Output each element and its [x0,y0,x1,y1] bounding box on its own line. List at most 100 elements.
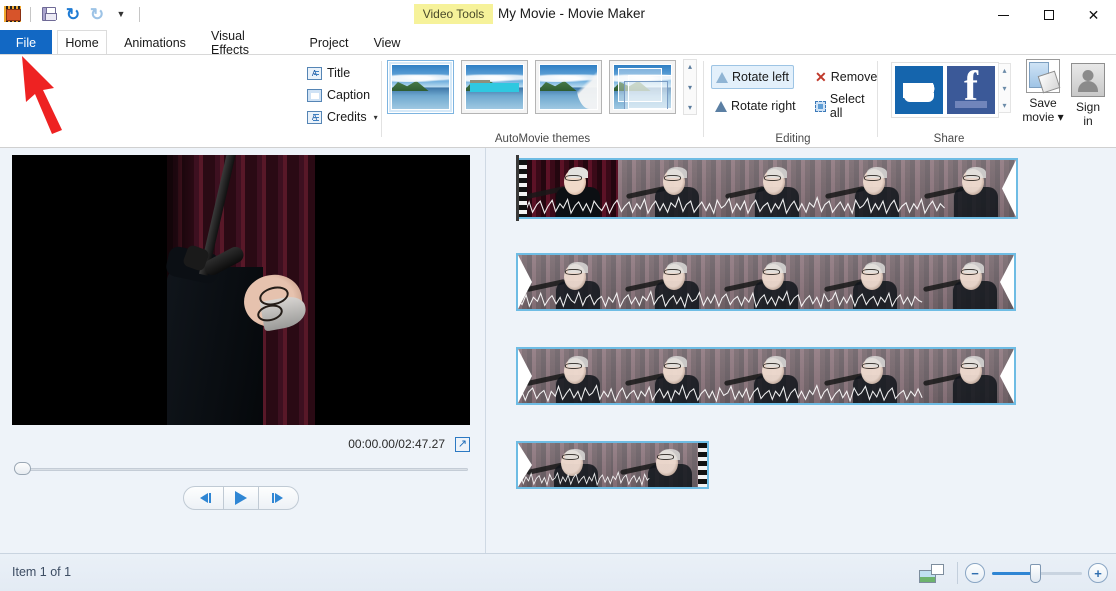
close-button[interactable]: ✕ [1071,0,1116,30]
next-frame-icon [271,493,283,503]
contextual-tab-group-video-tools: Video Tools [414,4,493,24]
theme-contemporary[interactable] [461,60,528,114]
zoom-out-button[interactable]: − [965,563,985,583]
theme-cinematic[interactable] [535,60,602,114]
timeline-row[interactable] [516,158,1018,219]
audio-waveform [518,383,923,403]
customize-qat-icon[interactable]: ▼ [110,3,132,25]
rotate-left-button[interactable]: Rotate left [711,65,794,89]
maximize-button[interactable] [1026,0,1071,30]
zoom-slider-thumb[interactable] [1030,564,1041,583]
divider [139,6,140,22]
theme-gallery-scrollbar[interactable]: ▴ ▾ ▾ [683,59,697,115]
divider [30,6,31,22]
tab-view[interactable]: View [361,30,413,55]
onedrive-icon[interactable] [895,66,943,114]
more-themes-icon[interactable]: ▾ [688,103,692,112]
save-movie-icon [1026,59,1060,93]
movie-maker-icon[interactable] [4,6,21,22]
title-bar: ↺ ↻ ▼ Video Tools My Movie - Movie Maker… [0,0,1116,50]
preview-pane: 00:00.00/02:47.27 ↗ [0,148,486,553]
add-title-label: Title [327,66,351,80]
scroll-up-icon[interactable]: ▴ [1002,66,1006,75]
add-credits-label: Credits [327,110,367,124]
ribbon: A Title Caption A Credits ▾ ▴ ▾ ▾ AutoMo… [0,55,1116,148]
video-frame-content [164,155,315,425]
next-frame-button[interactable] [259,487,295,509]
video-preview[interactable] [12,155,470,425]
theme-pan-and-zoom[interactable] [609,60,676,114]
divider [877,61,878,137]
ribbon-group-automovie-themes: ▴ ▾ ▾ AutoMovie themes [386,55,699,148]
clip-end-filmstrip-marker [698,443,707,487]
more-share-icon[interactable]: ▾ [1002,101,1006,110]
chevron-down-icon[interactable]: ▾ [374,113,378,122]
seek-slider-track[interactable] [14,468,468,471]
rotate-left-icon [716,71,728,83]
ribbon-group-captions: A Title Caption A Credits ▾ [305,55,378,148]
share-gallery-scrollbar[interactable]: ▴ ▾ ▾ [998,63,1011,113]
add-caption-button[interactable]: Caption [305,84,378,106]
timeline-row[interactable] [516,347,1016,405]
tab-project[interactable]: Project [299,30,359,55]
storyboard-timeline[interactable] [487,148,1116,553]
rotate-right-button[interactable]: Rotate right [711,94,800,118]
automovie-theme-gallery [387,60,676,114]
storyboard-view-icon[interactable] [919,564,944,583]
caption-icon [307,88,322,102]
ribbon-group-label-themes: AutoMovie themes [494,133,591,145]
movie-maker-window: ↺ ↻ ▼ Video Tools My Movie - Movie Maker… [0,0,1116,591]
save-movie-label-line1: Save [1029,96,1057,110]
divider [957,562,958,584]
share-destination-gallery [891,62,999,118]
divider [381,61,382,137]
add-credits-button[interactable]: A Credits ▾ [305,106,378,128]
audio-waveform [518,289,923,309]
remove-button[interactable]: ✕ Remove [811,65,881,89]
item-count-status: Item 1 of 1 [12,565,72,579]
sign-in-label-line1: Sign [1075,100,1101,114]
status-bar: Item 1 of 1 − + [0,553,1116,591]
facebook-icon[interactable] [947,66,995,114]
scroll-up-icon[interactable]: ▴ [688,62,692,71]
redo-icon[interactable]: ↻ [86,3,108,25]
ribbon-group-label-editing: Editing [775,133,811,145]
select-all-button[interactable]: Select all [811,92,879,120]
tab-animations[interactable]: Animations [113,30,197,55]
credits-icon: A [307,110,322,124]
select-all-label: Select all [829,92,865,120]
scroll-down-icon[interactable]: ▾ [688,83,692,92]
theme-no-theme[interactable] [387,60,454,114]
play-button[interactable] [223,487,259,509]
divider [703,61,704,137]
timeline-row[interactable] [516,441,709,489]
popout-preview-button[interactable]: ↗ [455,436,470,452]
save-movie-label-line2: movie ▾ [1022,110,1064,124]
timeline-row[interactable] [516,253,1016,311]
window-title: My Movie - Movie Maker [498,6,646,21]
sign-in-button[interactable]: Sign in [1062,63,1114,128]
previous-frame-button[interactable] [187,487,223,509]
preview-time-row: 00:00.00/02:47.27 ↗ [12,433,470,455]
add-caption-label: Caption [327,88,371,102]
audio-waveform [518,196,945,216]
play-icon [235,491,247,505]
seek-slider-thumb[interactable] [14,462,31,475]
rotate-left-label: Rotate left [732,70,789,84]
remove-label: Remove [830,70,878,84]
ribbon-tab-strip: File Home Animations Visual Effects Proj… [0,29,1116,85]
zoom-in-button[interactable]: + [1088,563,1108,583]
tab-visual-effects[interactable]: Visual Effects [199,29,297,57]
clip-start-filmstrip-marker [518,160,527,217]
minimize-button[interactable] [981,0,1026,30]
previous-frame-icon [199,493,211,503]
ribbon-group-editing: Rotate left ✕ Remove Rotate right Select… [707,55,879,148]
undo-icon[interactable]: ↺ [62,3,84,25]
playhead-indicator[interactable] [516,155,519,221]
main-body: 00:00.00/02:47.27 ↗ [0,148,1116,553]
save-icon[interactable] [38,3,60,25]
rotate-right-icon [715,100,727,112]
scroll-down-icon[interactable]: ▾ [1002,84,1006,93]
add-title-button[interactable]: A Title [305,62,378,84]
title-icon: A [307,66,322,80]
